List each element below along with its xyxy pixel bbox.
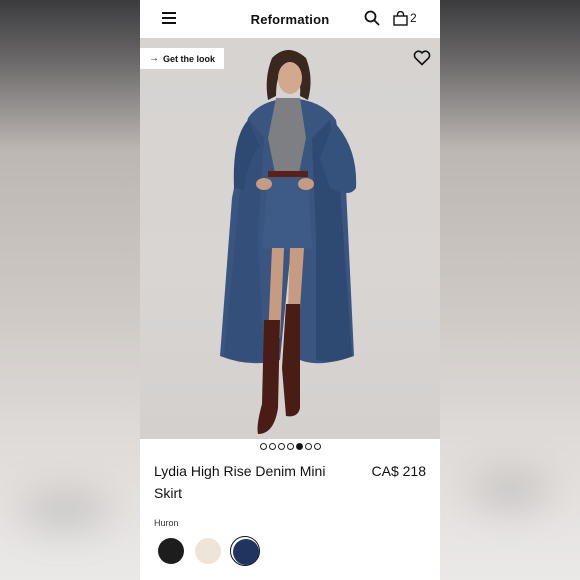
- get-the-look-label: Get the look: [162, 53, 215, 64]
- hamburger-menu-icon[interactable]: [162, 12, 176, 24]
- cart-count-badge: 2: [410, 11, 417, 25]
- background-blur-right: [440, 0, 580, 580]
- color-swatch-black[interactable]: [156, 536, 186, 566]
- product-price: CA$ 218: [371, 463, 426, 479]
- color-swatch-cream[interactable]: [193, 536, 223, 566]
- carousel-dot[interactable]: [313, 443, 321, 450]
- carousel-dot[interactable]: [268, 443, 276, 450]
- get-the-look-button[interactable]: → Get the look: [140, 48, 224, 69]
- background-blur-left: [0, 0, 140, 580]
- color-swatch-group: [156, 536, 260, 566]
- color-name-label: Huron: [154, 518, 179, 528]
- carousel-dot[interactable]: [304, 443, 312, 450]
- carousel-dot[interactable]: [259, 443, 267, 450]
- brand-logo[interactable]: Reformation: [251, 12, 330, 27]
- product-image[interactable]: → Get the look: [140, 38, 440, 439]
- search-icon[interactable]: [364, 10, 380, 26]
- model-photo: [220, 50, 357, 434]
- top-nav-bar: Reformation 2: [140, 0, 440, 38]
- carousel-pagination: [140, 443, 440, 453]
- color-swatch-navy-selected[interactable]: [230, 536, 260, 566]
- shopping-bag-icon: [393, 10, 408, 26]
- heart-icon[interactable]: [413, 50, 431, 66]
- cart-button[interactable]: 2: [393, 10, 417, 26]
- product-title: Lydia High Rise Denim Mini Skirt: [154, 463, 326, 501]
- arrow-right-icon: →: [148, 53, 159, 64]
- carousel-dot[interactable]: [277, 443, 285, 450]
- carousel-dot[interactable]: [286, 443, 294, 450]
- carousel-dot-active[interactable]: [295, 443, 303, 450]
- product-page: Reformation 2 → Get the look Lydia High …: [140, 0, 440, 580]
